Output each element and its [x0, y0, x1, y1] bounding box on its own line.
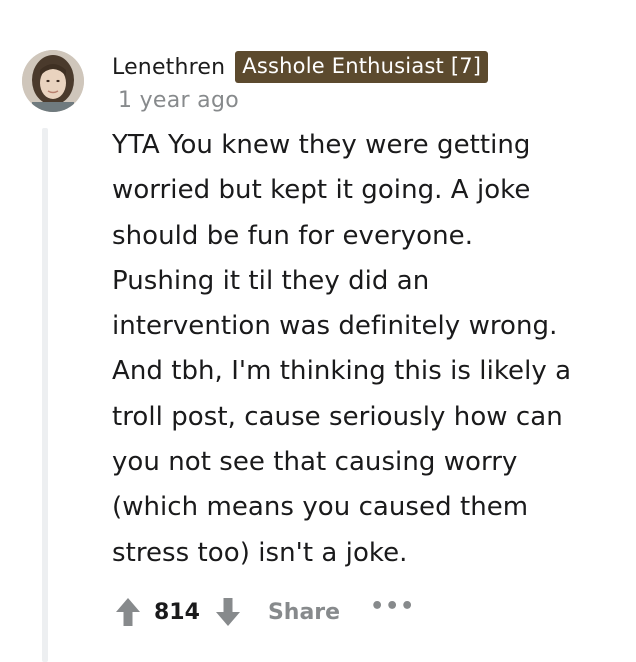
comment-body-line: YTA You knew they were getting	[112, 130, 531, 160]
comment-thread-line[interactable]	[42, 128, 48, 662]
share-button[interactable]: Share	[268, 600, 340, 625]
comment-body-line: worried but kept it going. A joke	[112, 175, 531, 206]
avatar-image	[22, 50, 84, 112]
comment-header: Lenethren Asshole Enthusiast [7]	[112, 50, 489, 84]
username-link[interactable]: Lenethren	[112, 55, 225, 80]
comment-action-bar: 814 Share •••	[112, 592, 415, 632]
comment-body-line: And tbh, I'm thinking this is likely a	[112, 356, 572, 387]
comment-body-line: Pushing it til they did an	[112, 265, 430, 296]
comment-body-line: intervention was definitely wrong.	[112, 311, 558, 342]
more-options-button[interactable]: •••	[370, 594, 415, 619]
user-avatar[interactable]	[22, 50, 84, 112]
comment-body-line: stress too) isn't a joke.	[112, 537, 408, 568]
vote-score: 814	[154, 599, 200, 625]
downvote-button[interactable]	[212, 592, 244, 632]
comment-body: YTA You knew they were getting worried b…	[112, 123, 622, 576]
comment-body-line: troll post, cause seriously how can	[112, 401, 563, 432]
comment-body-line: (which means you caused them	[112, 492, 529, 523]
comment-body-line: should be fun for everyone.	[112, 220, 474, 251]
upvote-button[interactable]	[112, 592, 144, 632]
user-flair-badge: Asshole Enthusiast [7]	[235, 51, 489, 83]
comment-timestamp[interactable]: 1 year ago	[118, 88, 239, 113]
upvote-arrow-icon	[116, 598, 140, 626]
downvote-arrow-icon	[215, 598, 240, 626]
comment-body-line: you not see that causing worry	[112, 447, 518, 478]
